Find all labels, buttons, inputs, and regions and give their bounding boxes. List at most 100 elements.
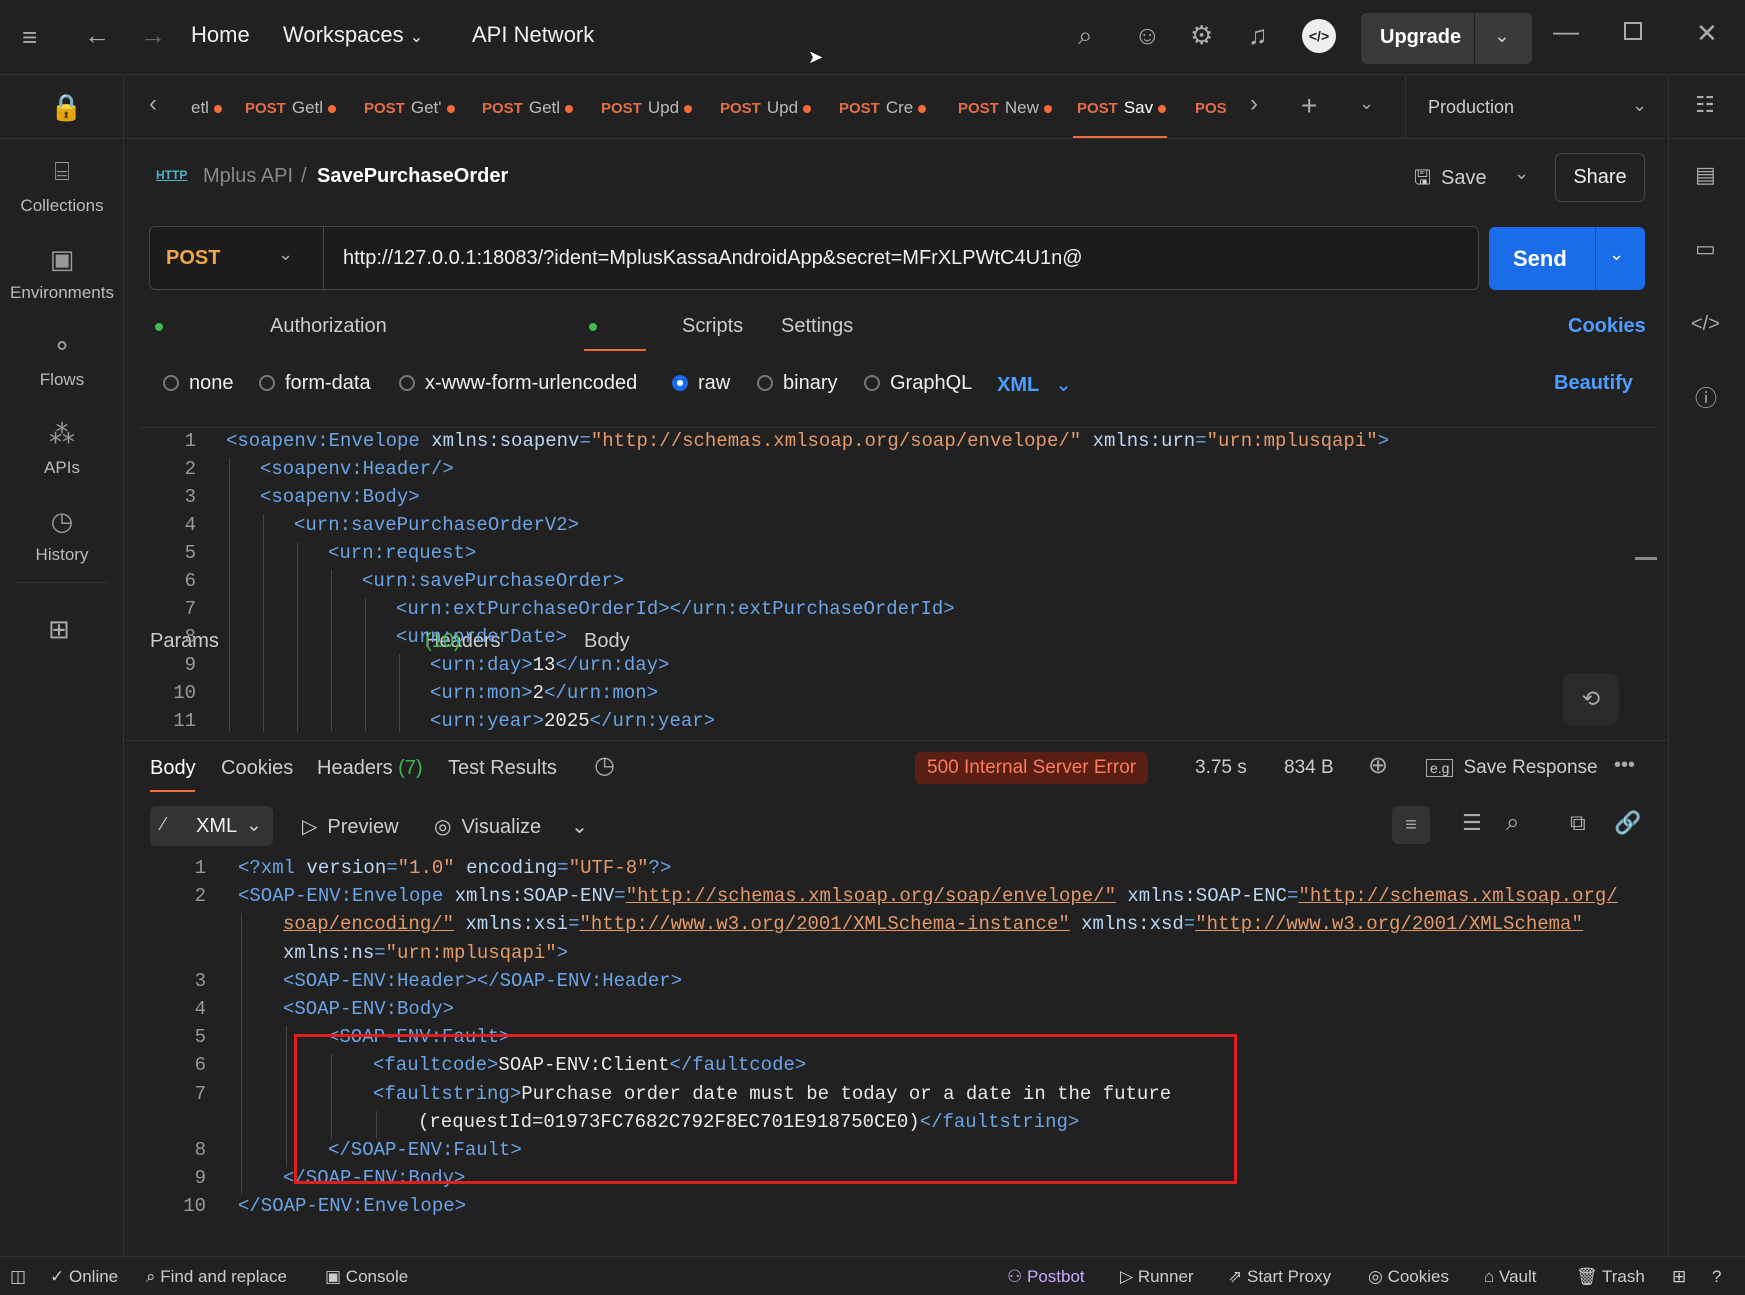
radio-binary[interactable]: binary (757, 372, 837, 395)
visualize-button[interactable]: ◎ Visualize ⌄ (434, 814, 588, 839)
share-button[interactable]: Share (1555, 153, 1645, 202)
link-icon[interactable]: 🔗 (1614, 812, 1641, 834)
tab-request[interactable]: POST Get' (364, 98, 455, 118)
chevron-left-icon[interactable]: ‹ (149, 92, 157, 116)
filter-icon[interactable]: ☰ (1462, 812, 1482, 834)
vault-button[interactable]: ⌂ Vault (1484, 1267, 1537, 1287)
save-button[interactable]: 🖫 Save (1414, 163, 1487, 197)
tab-request[interactable]: POST Cre (839, 98, 927, 118)
documentation-icon[interactable]: ▤ (1695, 164, 1716, 186)
tab-authorization[interactable]: Authorization (270, 315, 387, 338)
tab-request[interactable]: POST Upd (601, 98, 693, 118)
back-arrow-icon[interactable]: ← (84, 22, 110, 48)
environment-quicklook-icon[interactable]: ☷ (1695, 94, 1715, 116)
tab-request[interactable]: POST New (958, 98, 1052, 118)
tab-request[interactable]: POST Sav (1077, 98, 1167, 118)
home-link[interactable]: Home (191, 22, 250, 48)
resp-tab-headers[interactable]: Headers (7) (317, 757, 423, 780)
info-icon[interactable]: ⓘ (1695, 388, 1717, 410)
sidebar-item-environments[interactable]: ▣ Environments (0, 244, 124, 303)
resp-tab-test-results[interactable]: Test Results (448, 757, 557, 780)
url-input[interactable]: http://127.0.0.1:18083/?ident=MplusKassa… (343, 247, 1083, 270)
minimize-icon[interactable]: — (1553, 18, 1579, 44)
find-replace-button[interactable]: ⌕ Find and replace (146, 1267, 287, 1287)
code-icon[interactable]: </> (1691, 314, 1720, 334)
chevron-right-icon[interactable]: › (1250, 92, 1258, 116)
ai-assist-icon[interactable]: ⟲ (1563, 673, 1619, 725)
radio-raw[interactable]: raw (672, 372, 730, 395)
divider[interactable] (125, 740, 1668, 741)
chevron-down-icon[interactable]: ⌄ (278, 245, 293, 263)
sidebar-item-history[interactable]: ◷ History (0, 506, 124, 565)
radio-urlencoded[interactable]: x-www-form-urlencoded (399, 372, 637, 395)
copy-icon[interactable]: ⧉ (1570, 812, 1586, 834)
cookies-button[interactable]: ◎ Cookies (1368, 1267, 1449, 1287)
invite-user-icon[interactable]: ☺ (1134, 22, 1161, 48)
request-body-editor[interactable]: 1 <soapenv:Envelope xmlns:soapenv="http:/… (140, 427, 1657, 732)
sidebar-item-collections[interactable]: ⌸ Collections (0, 156, 124, 216)
send-button[interactable]: Send ⌄ (1489, 227, 1645, 290)
cookies-link[interactable]: Cookies (1568, 315, 1646, 338)
start-proxy-button[interactable]: ⇗ Start Proxy (1228, 1267, 1331, 1287)
tab-request[interactable]: POS (1195, 98, 1233, 118)
radio-form-data[interactable]: form-data (259, 372, 371, 395)
console-button[interactable]: ▣ Console (325, 1267, 408, 1287)
page-title[interactable]: SavePurchaseOrder (317, 165, 508, 188)
tab-params[interactable]: Params (150, 315, 219, 652)
trash-button[interactable]: 🗑 Trash (1576, 1267, 1645, 1287)
chevron-down-icon[interactable]: ⌄ (1514, 164, 1529, 182)
response-size[interactable]: 834 B (1284, 757, 1334, 779)
chevron-down-icon[interactable]: ⌄ (1494, 25, 1510, 48)
tab-scripts[interactable]: Scripts (682, 315, 743, 338)
radio-graphql[interactable]: GraphQL (864, 372, 972, 395)
resp-tab-cookies[interactable]: Cookies (221, 757, 293, 780)
layout-icon[interactable]: ⊞ (1672, 1267, 1686, 1287)
forward-arrow-icon[interactable]: → (140, 22, 166, 48)
scrollbar[interactable] (1635, 557, 1657, 560)
maximize-icon[interactable] (1624, 22, 1642, 40)
sidebar-item-apis[interactable]: ⁂ APIs (0, 419, 124, 478)
sidebar-item-flows[interactable]: ⚬ Flows (0, 331, 124, 390)
api-network-link[interactable]: API Network (472, 22, 594, 48)
tab-body[interactable]: Body (584, 315, 630, 652)
lock-icon[interactable]: 🔒 (50, 94, 82, 120)
avatar[interactable]: </> (1302, 19, 1336, 53)
history-icon[interactable]: ◷ (594, 754, 615, 778)
tab-settings[interactable]: Settings (781, 315, 853, 338)
search-icon[interactable]: ⌕ (1078, 22, 1093, 48)
wrap-lines-icon[interactable]: ≡ (1392, 806, 1430, 844)
menu-icon[interactable]: ≡ (22, 24, 37, 50)
globe-icon[interactable]: ⊕ (1368, 754, 1388, 778)
chevron-down-icon[interactable]: ⌄ (571, 816, 588, 838)
bell-icon[interactable]: ♫ (1248, 22, 1268, 48)
online-status[interactable]: ✓ Online (50, 1267, 118, 1287)
environment-selector[interactable]: Production ⌄ (1428, 95, 1647, 118)
status-badge[interactable]: 500 Internal Server Error (915, 752, 1149, 784)
plus-icon[interactable]: + (1301, 92, 1317, 120)
response-time[interactable]: 3.75 s (1195, 757, 1247, 779)
chevron-down-icon[interactable]: ⌄ (1609, 245, 1624, 263)
sidebar-toggle-icon[interactable]: ◫ (10, 1267, 26, 1287)
preview-button[interactable]: ▷ Preview (302, 814, 399, 839)
save-response-button[interactable]: e.g Save Response (1426, 757, 1598, 779)
beautify-link[interactable]: Beautify (1554, 372, 1633, 395)
chevron-down-icon[interactable]: ⌄ (1359, 94, 1374, 112)
close-icon[interactable]: ✕ (1696, 20, 1718, 46)
runner-button[interactable]: ▷ Runner (1120, 1267, 1194, 1287)
tab-request[interactable]: etl (185, 98, 222, 118)
resp-tab-body[interactable]: Body (150, 757, 196, 780)
search-icon[interactable]: ⌕ (1506, 811, 1519, 835)
workspaces-menu[interactable]: Workspaces ⌄ (283, 22, 423, 48)
gear-icon[interactable]: ⚙ (1190, 22, 1213, 48)
tab-request[interactable]: POST Getl (482, 98, 574, 118)
tab-request[interactable]: POST Getl (245, 98, 337, 118)
more-options-icon[interactable]: ••• (1614, 755, 1635, 775)
help-icon[interactable]: ? (1712, 1267, 1721, 1287)
radio-none[interactable]: none (163, 372, 234, 395)
method-select[interactable]: POST (166, 247, 220, 270)
format-select[interactable]: XML ⌄ (997, 372, 1072, 397)
breadcrumb-collection[interactable]: Mplus API (203, 165, 293, 188)
tab-request[interactable]: POST Upd (720, 98, 812, 118)
upgrade-button[interactable]: Upgrade ⌄ (1361, 13, 1532, 64)
comments-icon[interactable]: ▭ (1695, 238, 1716, 260)
